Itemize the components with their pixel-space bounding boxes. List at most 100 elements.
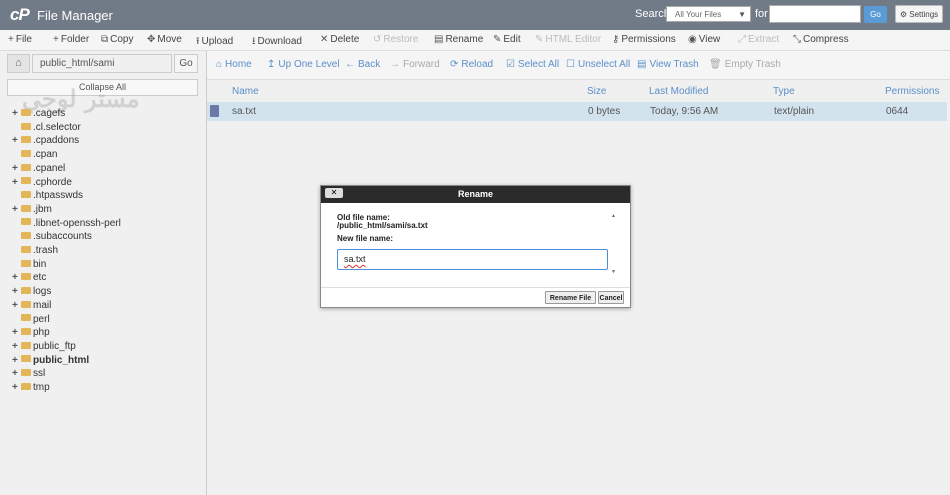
nav-unselect-all-button[interactable]: ☐ Unselect All	[566, 59, 630, 70]
expand-icon[interactable]: +	[12, 340, 21, 353]
expand-icon[interactable]: +	[12, 285, 21, 298]
column-header-size[interactable]: Size	[587, 86, 606, 97]
folder-icon	[21, 300, 31, 308]
dialog-scrollbar[interactable]: ▲ ▼	[610, 213, 618, 275]
toolbar-move-button[interactable]: ✥ Move	[147, 34, 182, 45]
toolbar-delete-button[interactable]: ✕ Delete	[320, 34, 359, 45]
toolbar-restore-button[interactable]: ↺ Restore	[373, 34, 418, 45]
tree-item[interactable]: + tmp	[12, 381, 50, 394]
tree-item[interactable]: + etc	[12, 271, 46, 284]
nav-label: Up One Level	[278, 59, 340, 70]
tree-item[interactable]: bin	[12, 258, 46, 271]
expand-icon[interactable]: +	[12, 203, 21, 216]
tree-item-label: .cagefs	[33, 108, 66, 119]
settings-button[interactable]: ⚙ Settings	[895, 5, 943, 23]
tree-item[interactable]: .trash	[12, 244, 58, 257]
up-one-level-icon: ↥	[267, 59, 276, 70]
permissions-icon: ⚷	[612, 34, 620, 45]
tree-item[interactable]: .subaccounts	[12, 230, 92, 243]
nav-up-one-level-button[interactable]: ↥ Up One Level	[267, 59, 340, 70]
toolbar-label: Folder	[60, 34, 90, 45]
expand-icon[interactable]: +	[12, 299, 21, 312]
nav-home-button[interactable]: ⌂ Home	[216, 59, 252, 70]
view-icon: ◉	[688, 34, 697, 45]
nav-view-trash-button[interactable]: ▤ View Trash	[637, 59, 699, 70]
tree-item[interactable]: + .jbm	[12, 203, 52, 216]
toolbar-compress-button[interactable]: ⤡ Compress	[793, 34, 849, 45]
copy-icon: ⧉	[101, 34, 109, 45]
new-file-name-input[interactable]: sa.txt	[337, 249, 608, 270]
expand-icon[interactable]: +	[12, 381, 21, 394]
toolbar-extract-button[interactable]: ⤢ Extract	[738, 34, 779, 45]
search-go-button[interactable]: Go	[864, 6, 887, 23]
tree-item[interactable]: + mail	[12, 299, 51, 312]
expand-icon[interactable]: +	[12, 354, 21, 367]
nav-reload-button[interactable]: ⟳ Reload	[450, 59, 493, 70]
column-header-type[interactable]: Type	[773, 86, 795, 97]
tree-item[interactable]: + logs	[12, 285, 51, 298]
toolbar-rename-button[interactable]: ▤ Rename	[434, 34, 483, 45]
tree-item[interactable]: + .cagefs	[12, 107, 65, 120]
toolbar-download-button[interactable]: ⭳ Download	[252, 34, 302, 51]
scroll-down-icon[interactable]: ▼	[611, 269, 616, 275]
toolbar-edit-button[interactable]: ✎ Edit	[493, 34, 521, 45]
collapse-all-button[interactable]: Collapse All	[7, 79, 198, 96]
toolbar-view-button[interactable]: ◉ View	[688, 34, 720, 45]
tree-item[interactable]: + public_html	[12, 354, 89, 367]
tree-item[interactable]: .cl.selector	[12, 121, 81, 134]
folder-icon	[21, 108, 31, 116]
file-type: text/plain	[774, 106, 815, 117]
toolbar-label: View	[698, 34, 721, 45]
expand-icon[interactable]: +	[12, 326, 21, 339]
toolbar-copy-button[interactable]: ⧉ Copy	[101, 34, 134, 45]
table-row[interactable]: sa.txt 0 bytes Today, 9:56 AM text/plain…	[207, 102, 947, 121]
path-input[interactable]: public_html/sami	[32, 54, 172, 73]
nav-empty-trash-button[interactable]: 🗑 Empty Trash	[709, 59, 781, 70]
nav-label: Back	[358, 59, 381, 70]
tree-item[interactable]: .htpasswds	[12, 189, 83, 202]
search-input[interactable]	[769, 5, 861, 23]
toolbar-permissions-button[interactable]: ⚷ Permissions	[612, 34, 676, 45]
tree-item-label: php	[33, 327, 50, 339]
folder-icon	[21, 122, 31, 130]
nav-label: Empty Trash	[724, 59, 781, 70]
home-icon[interactable]: ⌂	[7, 54, 30, 73]
folder-icon	[21, 191, 31, 199]
nav-forward-button[interactable]: → Forward	[390, 59, 440, 70]
tree-item[interactable]: + .cphorde	[12, 176, 72, 189]
search-scope-select[interactable]: All Your Files ▼	[666, 6, 751, 22]
tree-item[interactable]: perl	[12, 313, 50, 326]
cpanel-logo: cP	[10, 5, 30, 24]
path-row: ⌂ public_html/sami Go	[7, 54, 198, 73]
toolbar-label: Extract	[748, 34, 780, 45]
expand-icon[interactable]: +	[12, 162, 21, 175]
tree-item[interactable]: + ssl	[12, 367, 45, 380]
toolbar-html-editor-button[interactable]: ✎ HTML Editor	[535, 34, 601, 45]
tree-item[interactable]: + public_ftp	[12, 340, 76, 353]
file-name: sa.txt	[232, 106, 256, 117]
rename-file-button[interactable]: Rename File	[545, 291, 596, 304]
tree-item[interactable]: .cpan	[12, 148, 57, 161]
column-header-modified[interactable]: Last Modified	[649, 86, 708, 97]
cancel-button[interactable]: Cancel	[598, 291, 624, 304]
expand-icon[interactable]: +	[12, 367, 21, 380]
folder-icon	[21, 273, 31, 281]
expand-icon[interactable]: +	[12, 176, 21, 189]
nav-select-all-button[interactable]: ☑ Select All	[506, 59, 559, 70]
toolbar-folder-button[interactable]: + Folder	[53, 34, 89, 45]
column-header-permissions[interactable]: Permissions	[885, 86, 939, 97]
expand-icon[interactable]: +	[12, 134, 21, 147]
toolbar-file-button[interactable]: + File	[8, 34, 32, 45]
expand-icon[interactable]: +	[12, 271, 21, 284]
expand-icon[interactable]: +	[12, 107, 21, 120]
column-header-name[interactable]: Name	[232, 86, 259, 97]
scroll-up-icon[interactable]: ▲	[611, 213, 616, 219]
tree-item[interactable]: + .cpaddons	[12, 134, 79, 147]
tree-item[interactable]: + php	[12, 326, 50, 339]
nav-back-button[interactable]: ← Back	[345, 59, 380, 70]
tree-item[interactable]: .libnet-openssh-perl	[12, 217, 121, 230]
path-go-button[interactable]: Go	[174, 54, 198, 73]
close-icon[interactable]: ✕	[325, 188, 343, 198]
toolbar-upload-button[interactable]: ⭱ Upload	[196, 34, 233, 51]
tree-item[interactable]: + .cpanel	[12, 162, 65, 175]
